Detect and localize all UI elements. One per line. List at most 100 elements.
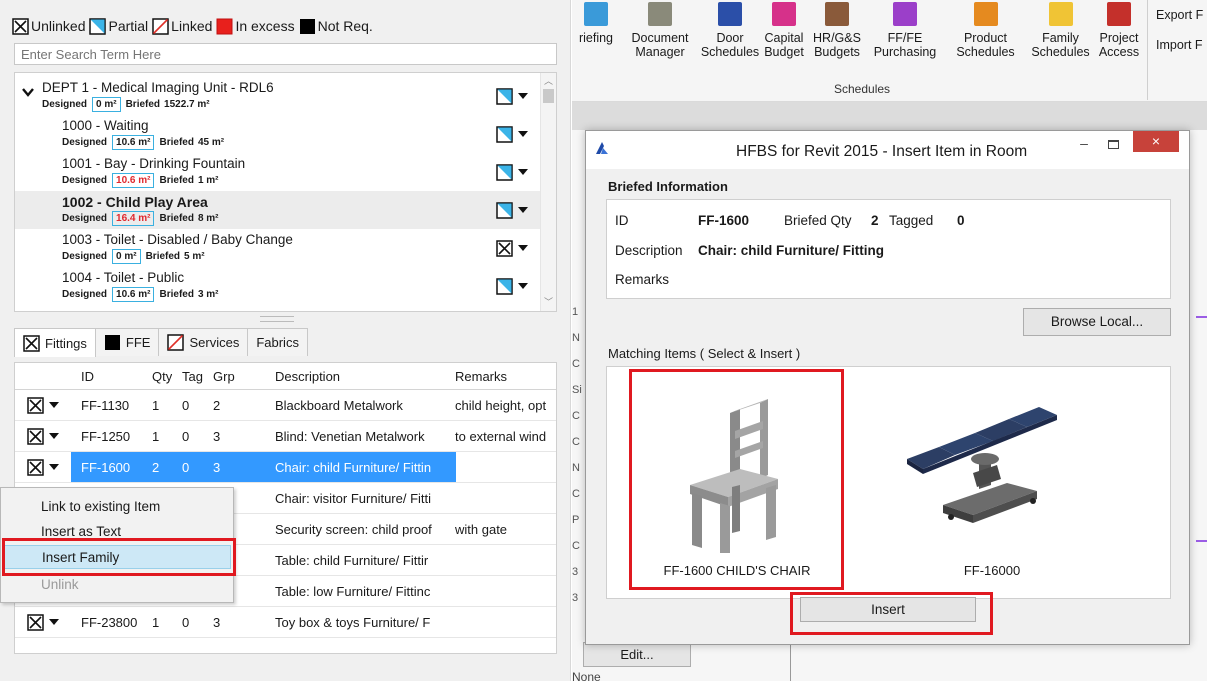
background-label: C [572, 488, 580, 500]
ribbon-button-label: riefing [578, 31, 614, 45]
column-header-description[interactable]: Description [275, 363, 340, 389]
ribbon-button[interactable]: Door Schedules [700, 0, 760, 59]
tree-room-row[interactable]: 1002 - Child Play Area Designed 16.4 m² Bri… [15, 191, 542, 229]
tab-services-label: Services [189, 335, 240, 350]
dialog-titlebar[interactable]: HFBS for Revit 2015 - Insert Item in Roo… [586, 131, 1189, 169]
none-label: None [572, 670, 601, 684]
tree-room-row[interactable]: 1003 - Toilet - Disabled / Baby Change De… [15, 229, 542, 267]
row-status-dropdown[interactable] [496, 276, 536, 296]
import-button[interactable]: Import F [1156, 38, 1203, 52]
briefed-value: 1 m² [197, 175, 219, 186]
cell-id: FF-1250 [81, 428, 131, 444]
ribbon-button[interactable]: riefing [572, 0, 620, 45]
minimize-icon[interactable]: – [1077, 135, 1091, 151]
column-header-remarks[interactable]: Remarks [455, 363, 507, 389]
ribbon-button[interactable]: Document Manager [620, 0, 700, 59]
maximize-icon[interactable] [1108, 140, 1119, 149]
caret-down-icon [49, 433, 59, 439]
menu-item[interactable]: Insert Family [3, 545, 231, 569]
ribbon-button-label: Schedules [1031, 45, 1090, 59]
panel-splitter[interactable] [260, 316, 294, 322]
ribbon-button[interactable]: HR/G&S Budgets [808, 0, 866, 59]
table-row[interactable]: FF-1130 1 0 2 Blackboard Metalwork child heig… [15, 390, 556, 421]
export-button[interactable]: Export F [1156, 8, 1203, 22]
row-status-dropdown[interactable] [496, 200, 536, 220]
tab-fittings[interactable]: Fittings [14, 328, 96, 357]
cell-grp: 3 [213, 614, 221, 630]
search-input[interactable] [14, 43, 557, 65]
background-label: 1 [572, 306, 579, 318]
ribbon-button[interactable]: Product Schedules [944, 0, 1027, 59]
ribbon-button-label: FF/FE [887, 31, 923, 45]
tab-services[interactable]: Services [158, 328, 249, 356]
ribbon-button[interactable]: Project Access [1094, 0, 1144, 59]
not-req-icon [104, 334, 121, 351]
table-row[interactable]: FF-1600 2 0 3 Chair: child Furniture/ Fittin [15, 452, 556, 483]
unlinked-icon [23, 334, 40, 352]
table-row[interactable]: FF-23800 1 0 3 Toy box & toys Furniture/ F [15, 607, 556, 638]
row-status-dropdown[interactable] [496, 238, 536, 258]
table-row[interactable]: FF-1250 1 0 3 Blind: Venetian Metalwork to ex… [15, 421, 556, 452]
ribbon-button-label: Project [1099, 31, 1139, 45]
legend-partial-label: Partial [108, 18, 149, 34]
scroll-down-icon[interactable]: ﹀ [544, 295, 553, 308]
scroll-up-icon[interactable]: ︿ [544, 74, 553, 87]
row-status-dropdown[interactable] [496, 124, 536, 144]
background-label: C [572, 436, 580, 448]
designed-value: 0 m² [92, 97, 121, 112]
row-status-dropdown[interactable] [496, 86, 536, 106]
row-status-dropdown[interactable] [496, 162, 536, 182]
scroll-thumb[interactable] [543, 89, 554, 103]
column-header-grp[interactable]: Grp [213, 363, 235, 389]
tree-dept-row[interactable]: DEPT 1 - Medical Imaging Unit - RDL6 Des… [15, 77, 542, 115]
cell-description: Table: low Furniture/ Fittinc [275, 583, 431, 599]
ribbon-button-label: Budget [764, 45, 804, 59]
menu-item[interactable]: Link to existing Item [3, 494, 231, 518]
collapse-chevron-icon[interactable] [22, 85, 34, 100]
caret-down-icon [518, 169, 528, 175]
linked-icon [152, 17, 169, 35]
ribbon-button[interactable]: FF/FE Purchasing [866, 0, 944, 59]
tree-scrollbar[interactable]: ︿ ﹀ [540, 73, 556, 311]
close-icon[interactable]: × [1133, 131, 1179, 152]
matching-items-label: Matching Items ( Select & Insert ) [608, 346, 801, 361]
cell-grp: 3 [213, 428, 221, 444]
cell-qty: 1 [152, 397, 160, 413]
room-areas: Designed 10.6 m² Briefed 3 m² [62, 287, 219, 302]
row-status-dropdown[interactable] [27, 421, 59, 451]
match-item-chair[interactable]: FF-1600 CHILD'S CHAIR [632, 373, 842, 591]
insert-item-dialog: HFBS for Revit 2015 - Insert Item in Roo… [585, 130, 1190, 645]
cell-description: Chair: visitor Furniture/ Fitti [275, 490, 432, 506]
divider [790, 640, 791, 681]
tab-fabrics[interactable]: Fabrics [247, 328, 308, 356]
tree-room-row[interactable]: 1001 - Bay - Drinking Fountain Designed 10… [15, 153, 542, 191]
match-item-operating-table[interactable]: FF-16000 [887, 373, 1097, 591]
grid-header: ID Qty Tag Grp Description Remarks [15, 363, 556, 390]
cell-grp: 3 [213, 459, 221, 475]
column-header-id[interactable]: ID [81, 363, 94, 389]
ribbon-button-label: HR/G&S [813, 31, 861, 45]
dept-title: DEPT 1 - Medical Imaging Unit - RDL6 [42, 80, 274, 95]
tab-ffe[interactable]: FFE [94, 328, 160, 356]
row-status-dropdown[interactable] [27, 607, 59, 637]
background-label: Si [572, 384, 582, 396]
column-header-tag[interactable]: Tag [182, 363, 203, 389]
ribbon-app-icon [973, 2, 998, 26]
row-status-dropdown[interactable] [27, 452, 59, 482]
column-header-qty[interactable]: Qty [152, 363, 172, 389]
edit-button[interactable]: Edit... [583, 642, 691, 667]
ribbon-button[interactable]: Family Schedules [1027, 0, 1094, 59]
briefed-value: 8 m² [197, 213, 219, 224]
not-req-icon [299, 18, 316, 35]
tree-room-row[interactable]: 1004 - Toilet - Public Designed 10.6 m² Bri… [15, 267, 542, 305]
cell-description: Toy box & toys Furniture/ F [275, 614, 431, 630]
menu-item[interactable]: Insert as Text [3, 519, 231, 543]
tab-ffe-label: FFE [125, 335, 151, 350]
tree-room-row[interactable]: 1000 - Waiting Designed 10.6 m² Briefed 45 m… [15, 115, 542, 153]
ribbon-button[interactable]: Capital Budget [760, 0, 808, 59]
insert-button[interactable]: Insert [800, 597, 976, 622]
briefed-label: Briefed [159, 137, 194, 148]
browse-local-button[interactable]: Browse Local... [1023, 308, 1171, 336]
row-status-dropdown[interactable] [27, 390, 59, 420]
caret-down-icon [49, 619, 59, 625]
